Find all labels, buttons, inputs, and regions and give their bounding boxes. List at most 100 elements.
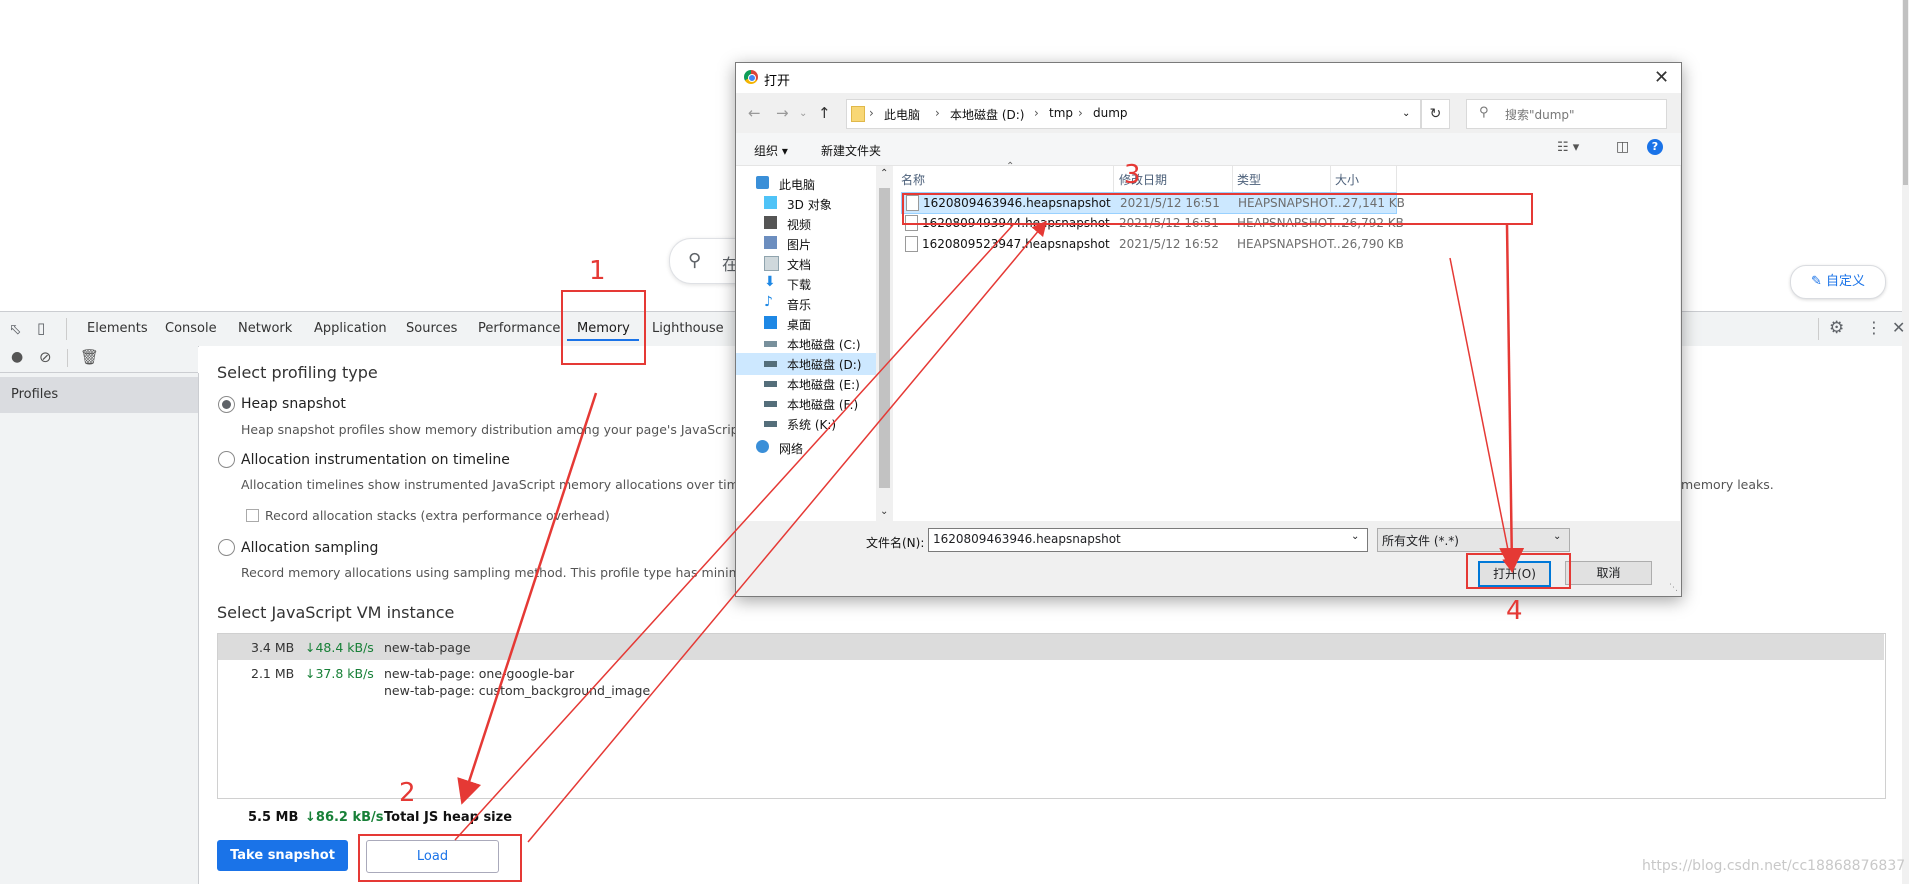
more-options-icon[interactable]: ⋮ xyxy=(1866,318,1882,337)
allocation-timeline-label[interactable]: Allocation instrumentation on timeline xyxy=(241,452,510,468)
tab-sources[interactable]: Sources xyxy=(406,321,457,336)
tree-item-label: 系统 (K:) xyxy=(787,418,837,432)
preview-pane-icon[interactable]: ◫ xyxy=(1616,139,1629,155)
inspect-element-icon[interactable]: ⬁ xyxy=(9,320,22,338)
clear-icon[interactable]: ⊘ xyxy=(39,348,52,366)
tree-item-network[interactable]: 网络 xyxy=(736,437,876,459)
watermark: https://blog.csdn.net/cc18868876837 xyxy=(1642,858,1906,874)
file-type: HEAPSNAPSHOT... xyxy=(1237,237,1345,251)
filetype-dropdown-icon[interactable]: ⌄ xyxy=(1553,531,1561,542)
address-bar[interactable]: › 此电脑 › 本地磁盘 (D:) › tmp › dump ⌄ xyxy=(846,99,1421,129)
cancel-button[interactable]: 取消 xyxy=(1565,561,1652,585)
tab-elements[interactable]: Elements xyxy=(87,321,148,336)
tree-item-desktop[interactable]: 桌面 xyxy=(736,313,876,335)
new-folder-button[interactable]: 新建文件夹 xyxy=(821,142,881,159)
customize-button[interactable]: ✎ 自定义 xyxy=(1790,265,1886,299)
tree-item-music[interactable]: ♪ 音乐 xyxy=(736,293,876,315)
page-scrollbar[interactable] xyxy=(1902,0,1909,884)
tree-item-video[interactable]: 视频 xyxy=(736,213,876,235)
tab-console[interactable]: Console xyxy=(165,321,217,336)
tree-item-pc[interactable]: 此电脑 xyxy=(736,173,876,195)
heap-snapshot-radio[interactable] xyxy=(218,396,235,413)
allocation-timeline-radio[interactable] xyxy=(218,451,235,468)
record-stacks-checkbox[interactable] xyxy=(246,509,259,522)
tree-scrollbar-thumb[interactable] xyxy=(879,188,890,488)
profiling-type-heading: Select profiling type xyxy=(217,363,378,382)
column-header-size[interactable]: 大小 xyxy=(1335,171,1359,188)
column-separator[interactable] xyxy=(1330,166,1331,192)
tree-item-pictures[interactable]: 图片 xyxy=(736,233,876,255)
close-devtools-icon[interactable]: ✕ xyxy=(1892,318,1905,337)
vm-rate: ↓37.8 kB/s xyxy=(305,666,374,681)
breadcrumb-dump[interactable]: dump xyxy=(1093,106,1128,120)
tree-item-documents[interactable]: 文档 xyxy=(736,253,876,275)
desktop-icon xyxy=(764,316,777,329)
dialog-search-input[interactable]: ⚲ 搜索"dump" xyxy=(1466,99,1667,129)
tab-lighthouse[interactable]: Lighthouse xyxy=(652,321,724,336)
annotation-box-memory-tab xyxy=(561,290,646,365)
filetype-value: 所有文件 (*.*) xyxy=(1382,534,1459,548)
tree-item-drive-k[interactable]: 系统 (K:) xyxy=(736,413,876,435)
refresh-icon[interactable]: ↻ xyxy=(1421,99,1450,129)
vm-name[interactable]: new-tab-page: one-google-bar xyxy=(384,666,574,681)
chrome-icon xyxy=(744,70,758,84)
column-header-name[interactable]: 名称 xyxy=(901,171,925,188)
breadcrumb-drive-d[interactable]: 本地磁盘 (D:) xyxy=(950,106,1024,123)
resize-grip-icon[interactable]: ⋱ xyxy=(1669,583,1678,593)
sort-indicator-icon: ⌃ xyxy=(1006,161,1015,172)
tree-item-drive-e[interactable]: 本地磁盘 (E:) xyxy=(736,373,876,395)
scroll-up-icon[interactable]: ⌃ xyxy=(880,168,888,179)
filename-dropdown-icon[interactable]: ⌄ xyxy=(1351,531,1359,542)
forward-arrow-icon[interactable]: → xyxy=(776,104,789,122)
vm-name[interactable]: new-tab-page: custom_background_image xyxy=(384,683,650,698)
tab-application[interactable]: Application xyxy=(314,321,387,336)
organize-button[interactable]: 组织 ▾ xyxy=(754,142,788,159)
filetype-select[interactable]: 所有文件 (*.*) ⌄ xyxy=(1377,528,1570,552)
trash-icon[interactable]: 🗑 xyxy=(80,348,99,366)
tree-scrollbar[interactable]: ⌃ ⌄ xyxy=(876,166,893,521)
download-icon: ⬇ xyxy=(764,274,776,290)
column-separator[interactable] xyxy=(1232,166,1233,192)
breadcrumb-pc[interactable]: 此电脑 xyxy=(884,106,920,123)
view-options-icon[interactable]: ☷ ▾ xyxy=(1557,140,1579,155)
allocation-sampling-radio[interactable] xyxy=(218,539,235,556)
address-dropdown-icon[interactable]: ⌄ xyxy=(1402,108,1410,119)
record-icon[interactable]: ● xyxy=(11,349,23,365)
record-stacks-label[interactable]: Record allocation stacks (extra performa… xyxy=(265,508,610,523)
column-separator[interactable] xyxy=(1113,166,1114,192)
column-header-type[interactable]: 类型 xyxy=(1237,171,1261,188)
settings-gear-icon[interactable]: ⚙ xyxy=(1829,318,1844,338)
total-heap-label: Total JS heap size xyxy=(384,810,513,825)
take-snapshot-button[interactable]: Take snapshot xyxy=(217,840,348,871)
tree-item-drive-f[interactable]: 本地磁盘 (F:) xyxy=(736,393,876,415)
heap-snapshot-label[interactable]: Heap snapshot xyxy=(241,396,346,412)
back-arrow-icon[interactable]: ← xyxy=(748,104,761,122)
filename-input[interactable]: 1620809463946.heapsnapshot ⌄ xyxy=(928,528,1368,552)
open-file-dialog: 打开 ✕ ← → ⌄ ↑ › 此电脑 › 本地磁盘 (D:) › tmp › d… xyxy=(735,62,1682,597)
scroll-down-icon[interactable]: ⌄ xyxy=(880,506,888,517)
page-scrollbar-thumb[interactable] xyxy=(1903,0,1908,185)
file-name: 1620809523947.heapsnapshot xyxy=(922,237,1110,251)
tree-item-drive-c[interactable]: 本地磁盘 (C:) xyxy=(736,333,876,355)
column-separator[interactable] xyxy=(1396,166,1397,192)
sidebar-item-profiles[interactable]: Profiles xyxy=(0,377,198,413)
dialog-titlebar: 打开 ✕ xyxy=(736,63,1681,93)
tree-item-downloads[interactable]: ⬇ 下载 xyxy=(736,273,876,295)
tree-item-3d-objects[interactable]: 3D 对象 xyxy=(736,193,876,215)
up-arrow-icon[interactable]: ↑ xyxy=(818,104,831,122)
tab-performance[interactable]: Performance xyxy=(478,321,560,336)
annotation-number-3: 3 xyxy=(1124,160,1141,190)
tree-item-drive-d[interactable]: 本地磁盘 (D:) xyxy=(736,353,876,375)
device-toolbar-icon[interactable]: ▯ xyxy=(37,319,45,337)
tab-network[interactable]: Network xyxy=(238,321,292,336)
crumb-separator-icon: › xyxy=(935,106,940,120)
tree-item-label: 图片 xyxy=(787,238,812,252)
allocation-sampling-label[interactable]: Allocation sampling xyxy=(241,540,378,556)
help-icon[interactable]: ? xyxy=(1647,139,1663,155)
pencil-icon: ✎ xyxy=(1810,274,1822,289)
vm-instance-heading: Select JavaScript VM instance xyxy=(217,603,455,622)
breadcrumb-tmp[interactable]: tmp xyxy=(1049,106,1073,120)
file-row[interactable]: 1620809523947.heapsnapshot 2021/5/12 16:… xyxy=(901,234,1404,254)
close-icon[interactable]: ✕ xyxy=(1654,67,1669,88)
recent-chevron-icon[interactable]: ⌄ xyxy=(799,108,807,119)
